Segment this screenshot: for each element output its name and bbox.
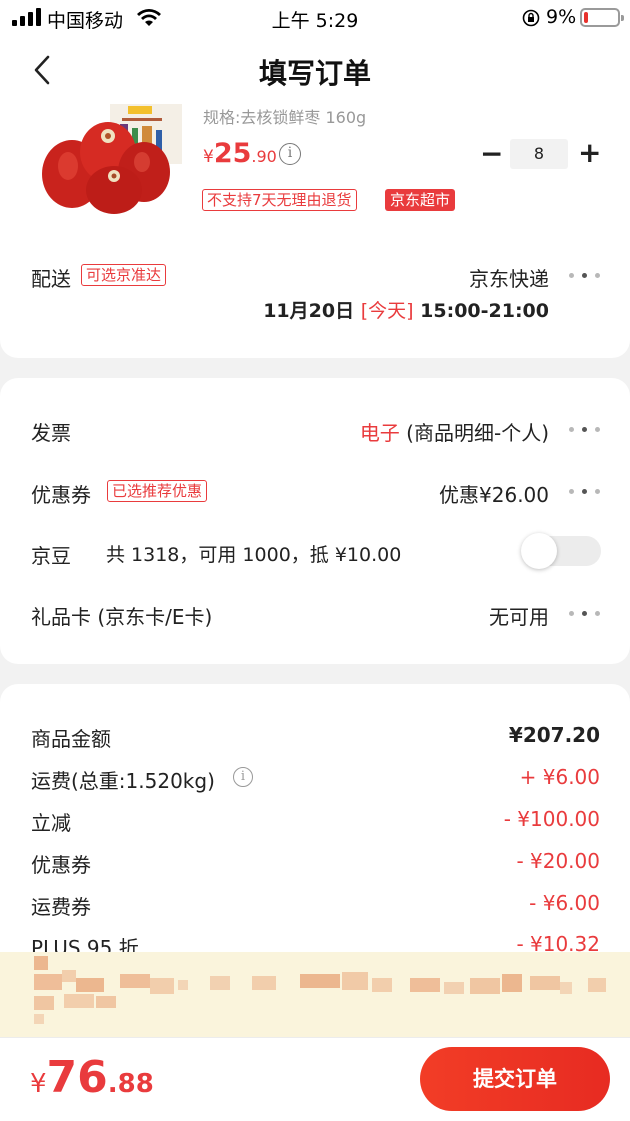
product-image	[32, 104, 182, 216]
summary-value: - ¥100.00	[503, 807, 600, 831]
product-price: ¥25.90	[203, 138, 277, 169]
battery-percent: 9%	[546, 6, 577, 28]
delivery-label: 配送	[31, 267, 71, 291]
no-return-tag: 不支持7天无理由退货	[202, 189, 357, 211]
coupon-more-icon[interactable]	[569, 488, 601, 496]
jingdou-label: 京豆	[31, 544, 71, 568]
summary-label: 立减	[31, 811, 71, 835]
product-spec: 规格:去核锁鲜枣 160g	[203, 108, 367, 127]
pixelated-notice	[0, 952, 630, 1038]
giftcard-value[interactable]: 无可用	[400, 601, 549, 630]
invoice-more-icon[interactable]	[569, 426, 601, 434]
summary-label: 运费券	[31, 895, 91, 919]
summary-value: - ¥20.00	[516, 849, 600, 873]
giftcard-more-icon[interactable]	[569, 610, 601, 618]
delivery-badge: 可选京准达	[81, 264, 167, 286]
summary-label: 优惠券	[31, 853, 91, 877]
summary-value: + ¥6.00	[519, 765, 600, 789]
quantity-increase-button[interactable]: +	[578, 139, 601, 167]
battery-icon	[580, 8, 624, 27]
summary-value: ¥207.20	[508, 723, 600, 747]
coupon-value[interactable]: 优惠¥26.00	[380, 479, 549, 508]
delivery-time[interactable]: 11月20日 [今天] 15:00-21:00	[240, 296, 549, 323]
jingdou-detail: 共 1318，可用 1000，抵 ¥10.00	[106, 544, 402, 566]
invoice-label: 发票	[31, 421, 71, 445]
summary-label: 运费(总重:1.520kg)	[31, 769, 215, 793]
price-info-icon[interactable]: i	[279, 143, 301, 165]
invoice-value[interactable]: 电子 (商品明细-个人)	[300, 417, 549, 446]
delivery-more-icon[interactable]	[569, 272, 601, 280]
quantity-input[interactable]: 8	[510, 139, 568, 169]
delivery-carrier[interactable]: 京东快递	[340, 263, 549, 292]
coupon-badge: 已选推荐优惠	[107, 480, 208, 502]
giftcard-label: 礼品卡 (京东卡/E卡)	[31, 605, 213, 629]
order-total: ¥76.88	[30, 1052, 154, 1103]
jingdou-toggle[interactable]	[521, 533, 601, 569]
coupon-label: 优惠券	[31, 483, 91, 507]
shipping-info-icon[interactable]: i	[233, 767, 253, 787]
submit-order-button[interactable]: 提交订单	[420, 1047, 610, 1111]
store-tag: 京东超市	[385, 189, 456, 211]
rotation-lock-icon	[522, 9, 540, 27]
summary-value: - ¥6.00	[529, 891, 600, 915]
page-title: 填写订单	[258, 57, 371, 90]
summary-label: 商品金额	[31, 727, 111, 751]
quantity-decrease-button[interactable]: −	[480, 140, 503, 168]
